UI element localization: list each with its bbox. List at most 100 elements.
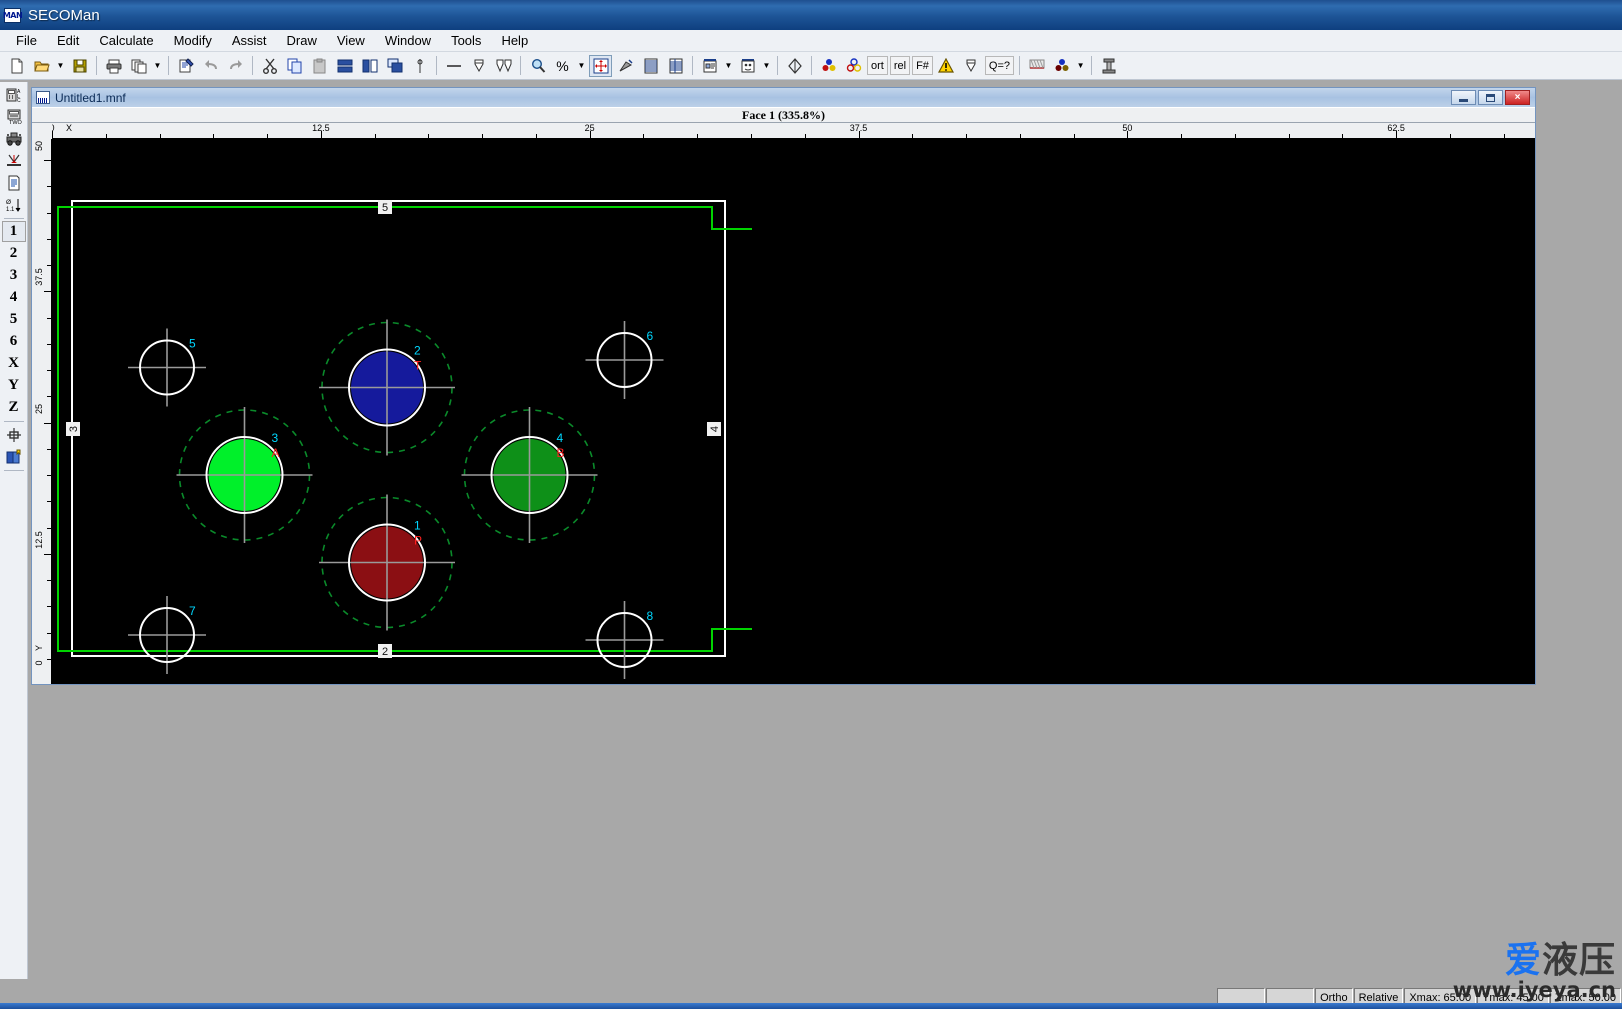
- document-titlebar[interactable]: Untitled1.mnf ×: [32, 88, 1535, 107]
- copy-icon[interactable]: [283, 55, 306, 77]
- hatch-icon[interactable]: [1025, 55, 1048, 77]
- print-icon[interactable]: [102, 55, 125, 77]
- tool-detail-icon[interactable]: [960, 55, 983, 77]
- ortho-toggle-button[interactable]: ort: [867, 56, 888, 75]
- face-1-button-label: 1: [9, 223, 18, 239]
- menu-help[interactable]: Help: [491, 31, 538, 50]
- feature-2[interactable]: 2T: [319, 319, 455, 456]
- machine-dropdown-arrow-icon[interactable]: ▼: [722, 55, 735, 77]
- axis-x-button[interactable]: X: [2, 353, 26, 374]
- pan-view-icon[interactable]: [614, 55, 637, 77]
- cascade-windows-icon[interactable]: [383, 55, 406, 77]
- cad-drawing[interactable]: 523 41P2T3A4B567 8: [52, 139, 1535, 684]
- menu-modify[interactable]: Modify: [164, 31, 222, 50]
- tile-horizontal-icon[interactable]: [333, 55, 356, 77]
- machine-setup-icon[interactable]: [698, 55, 721, 77]
- feature-3[interactable]: 3A: [176, 407, 313, 543]
- menu-file[interactable]: File: [6, 31, 47, 50]
- mdi-client-area: Untitled1.mnf × Face 1 (335.8%) 012.5253…: [28, 82, 1622, 979]
- warning-icon[interactable]: [935, 55, 958, 77]
- face-4-button[interactable]: 4: [2, 287, 26, 308]
- feature-7[interactable]: 7: [128, 596, 206, 674]
- redo-icon[interactable]: [224, 55, 247, 77]
- diameter-icon[interactable]: Ø 1.1: [2, 194, 26, 215]
- dimension-icon[interactable]: [408, 55, 431, 77]
- menu-view[interactable]: View: [327, 31, 375, 50]
- menu-draw[interactable]: Draw: [277, 31, 327, 50]
- shape-icon[interactable]: [783, 55, 806, 77]
- relative-toggle-button[interactable]: rel: [889, 56, 911, 75]
- function-button[interactable]: F#: [912, 56, 933, 75]
- edge-label-left-text: 3: [68, 426, 80, 432]
- double-tool-icon[interactable]: [492, 55, 515, 77]
- axis-z-button[interactable]: Z: [2, 397, 26, 418]
- menu-calculate[interactable]: Calculate: [89, 31, 163, 50]
- feature-1[interactable]: 1P: [319, 494, 455, 631]
- zoom-icon[interactable]: [526, 55, 549, 77]
- axis-y-button[interactable]: Y: [2, 375, 26, 396]
- color-palette-icon[interactable]: [1050, 55, 1073, 77]
- new-file-icon[interactable]: [5, 55, 28, 77]
- calc-alc-icon[interactable]: ALC: [2, 84, 26, 105]
- face-3-button-label: 3: [9, 267, 18, 283]
- separator-9: [1019, 56, 1021, 75]
- save-file-icon[interactable]: [68, 55, 91, 77]
- menu-tools[interactable]: Tools: [441, 31, 491, 50]
- feature-8[interactable]: 8: [585, 601, 664, 679]
- horizontal-ruler: 0 12.5 25 37.5 50 62.5 X: [52, 123, 1535, 139]
- undo-icon[interactable]: [199, 55, 222, 77]
- paste-icon[interactable]: [308, 55, 331, 77]
- ruler-v-tick: [44, 553, 51, 555]
- properties-icon[interactable]: [174, 55, 197, 77]
- center-icon[interactable]: [2, 424, 26, 445]
- restore-icon[interactable]: [1478, 90, 1503, 105]
- single-tool-icon[interactable]: [467, 55, 490, 77]
- ruler-h-tick: [535, 134, 537, 138]
- feature-6[interactable]: 6: [585, 321, 664, 399]
- face-2-button[interactable]: 2: [2, 243, 26, 264]
- menu-edit[interactable]: Edit: [47, 31, 89, 50]
- measure-icon[interactable]: [2, 150, 26, 171]
- table-view-icon[interactable]: [639, 55, 662, 77]
- document-icon[interactable]: [2, 172, 26, 193]
- cut-icon[interactable]: [258, 55, 281, 77]
- cad-canvas[interactable]: 52341P2T3A4B5678: [52, 139, 1535, 684]
- face-5-button[interactable]: 5: [2, 309, 26, 330]
- feature-5-id-label: 5: [189, 337, 196, 351]
- menu-window[interactable]: Window: [375, 31, 441, 50]
- clamp-icon[interactable]: [1097, 55, 1120, 77]
- color-filled-icon[interactable]: [817, 55, 840, 77]
- main-toolbar: ▼ ▼% ▼ ▼ ▼ ort rel F# Q=? ▼: [0, 52, 1622, 80]
- face-view-icon[interactable]: [736, 55, 759, 77]
- query-button[interactable]: Q=?: [984, 56, 1015, 75]
- color-outline-icon[interactable]: [842, 55, 865, 77]
- open-dropdown-arrow-icon[interactable]: ▼: [54, 55, 67, 77]
- zoom-dropdown-arrow-icon[interactable]: ▼: [575, 55, 588, 77]
- zoom-percent-label[interactable]: %: [551, 55, 574, 77]
- line-tool-icon[interactable]: [442, 55, 465, 77]
- face-1-button[interactable]: 1: [1, 221, 26, 242]
- face-3-button[interactable]: 3: [2, 265, 26, 286]
- separator-3: [252, 56, 253, 75]
- ruler-v-tick: [47, 501, 51, 503]
- table-list-icon[interactable]: [664, 55, 687, 77]
- print-dropdown-arrow-icon[interactable]: ▼: [151, 55, 164, 77]
- minimize-icon[interactable]: [1451, 90, 1476, 105]
- face-dropdown-arrow-icon[interactable]: ▼: [760, 55, 773, 77]
- book-help-icon[interactable]: [2, 446, 26, 467]
- face-6-button[interactable]: 6: [2, 331, 26, 352]
- separator-10: [1091, 56, 1093, 75]
- ruler-v-tick: [44, 160, 51, 161]
- menu-assist[interactable]: Assist: [222, 31, 277, 50]
- machine-icon[interactable]: [2, 128, 26, 149]
- ruler-h-label: 25: [584, 123, 595, 133]
- tile-vertical-icon[interactable]: [358, 55, 381, 77]
- palette-dropdown-arrow-icon[interactable]: ▼: [1074, 55, 1087, 77]
- fit-view-icon[interactable]: [589, 54, 612, 77]
- feature-4[interactable]: 4B: [461, 407, 598, 543]
- feature-5[interactable]: 5: [128, 328, 206, 407]
- close-icon[interactable]: ×: [1505, 90, 1530, 105]
- print-preview-icon[interactable]: [127, 55, 150, 77]
- calc-two-icon[interactable]: TWO: [2, 106, 26, 127]
- open-file-icon[interactable]: [30, 55, 53, 77]
